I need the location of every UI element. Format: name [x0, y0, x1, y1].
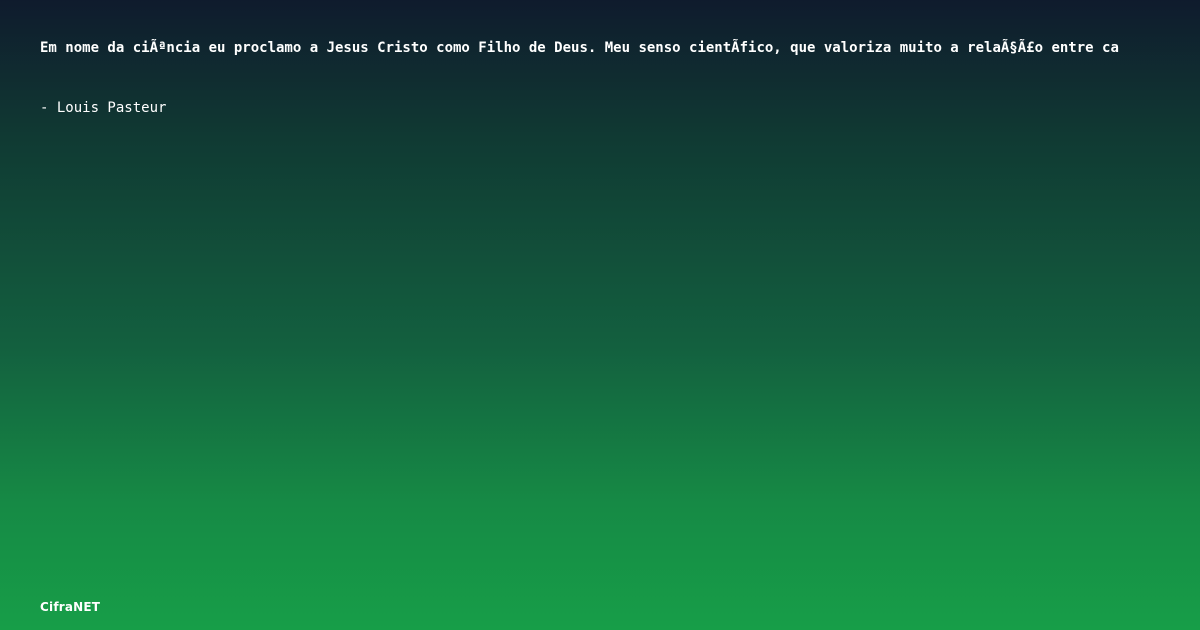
- quote-card: Em nome da ciÃªncia eu proclamo a Jesus …: [0, 0, 1200, 630]
- brand-logo-text: CifraNET: [40, 600, 101, 614]
- quote-author: - Louis Pasteur: [40, 100, 167, 116]
- quote-text: Em nome da ciÃªncia eu proclamo a Jesus …: [40, 40, 1119, 56]
